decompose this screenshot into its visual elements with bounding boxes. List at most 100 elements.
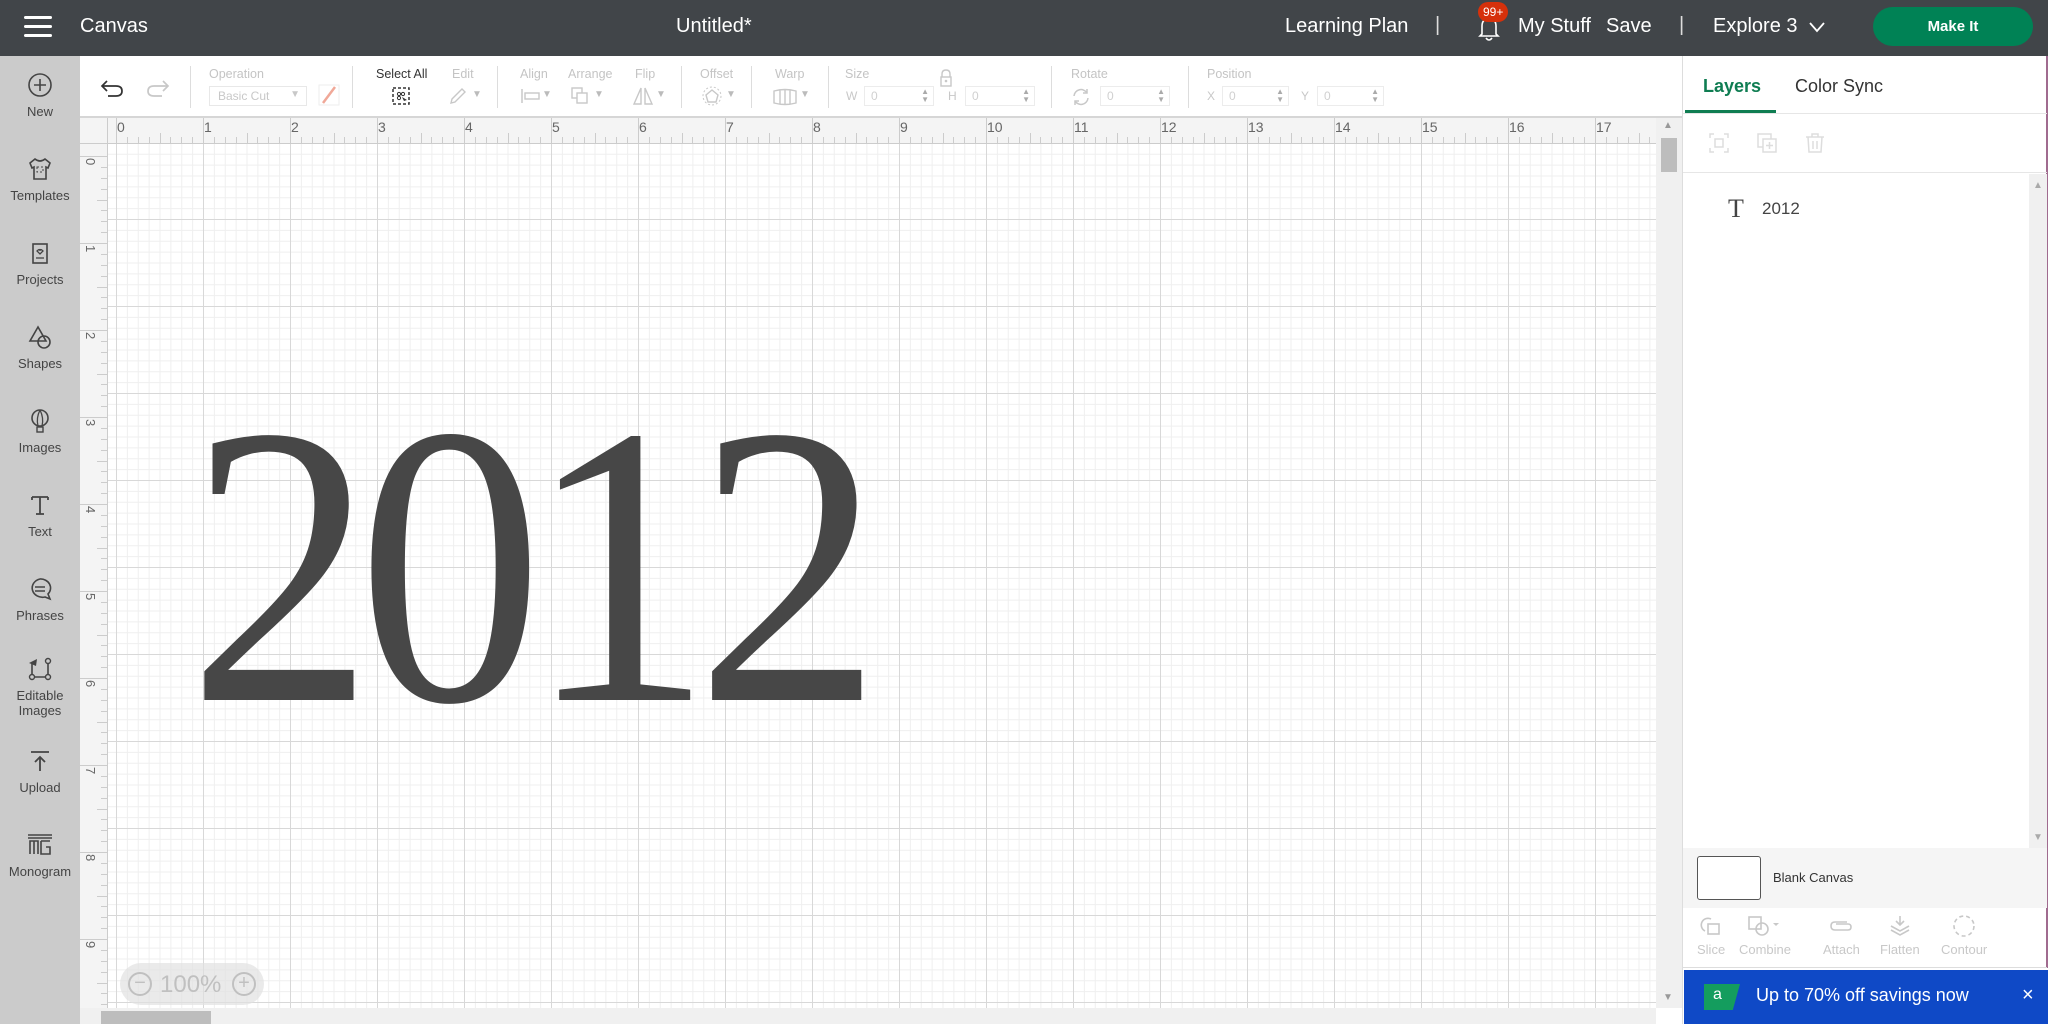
layers-scrollbar[interactable]: ▲ ▼	[2029, 174, 2047, 848]
nav-phrases[interactable]: Phrases	[0, 576, 80, 623]
spinner-icon[interactable]: ▲ ▼	[921, 88, 929, 104]
ruler-tick	[899, 118, 900, 143]
scroll-up-icon[interactable]: ▲	[2033, 180, 2043, 191]
horizontal-scrollbar[interactable]	[80, 1008, 1656, 1024]
ruler-minor-tick	[322, 137, 324, 143]
rotate-input[interactable]: 0 ▲ ▼	[1100, 86, 1170, 106]
ruler-minor-tick	[101, 710, 107, 712]
nav-monogram[interactable]: Monogram	[0, 832, 80, 879]
close-icon[interactable]: ×	[2022, 984, 2034, 1007]
zoom-level: 100%	[160, 971, 222, 998]
ruler-tick	[80, 417, 107, 418]
warp-label: Warp	[775, 67, 805, 81]
make-it-button[interactable]: Make It	[1873, 7, 2033, 46]
operation-value: Basic Cut	[218, 89, 270, 103]
learning-plan-link[interactable]: Learning Plan	[1285, 15, 1408, 38]
promo-message[interactable]: Up to 70% off savings now	[1756, 985, 1969, 1006]
ruler-minor-tick	[97, 286, 107, 288]
ruler-minor-tick	[1410, 137, 1412, 143]
ruler-minor-tick	[1344, 137, 1346, 143]
offset-dropdown[interactable]	[702, 86, 722, 111]
zoom-out-icon[interactable]: −	[128, 972, 152, 996]
spinner-icon[interactable]: ▲ ▼	[1157, 88, 1165, 104]
slice-button[interactable]: Slice	[1697, 914, 1725, 957]
vertical-scrollbar[interactable]: ▲ ▼	[1656, 118, 1682, 1008]
group-icon[interactable]	[1707, 131, 1731, 155]
x-input[interactable]: 0 ▲ ▼	[1222, 86, 1289, 106]
ruler-minor-tick	[1214, 137, 1216, 143]
design-text-2012[interactable]: 2012	[188, 366, 882, 766]
arrange-dropdown[interactable]	[570, 86, 590, 111]
my-stuff-link[interactable]: My Stuff	[1518, 15, 1591, 38]
lock-icon[interactable]	[935, 68, 957, 90]
scroll-up-icon[interactable]: ▲	[1663, 120, 1673, 131]
ruler-minor-tick	[101, 166, 107, 168]
edit-toolbar: Operation Basic Cut ▼ Select All Edit ▼ A…	[80, 56, 1682, 118]
ruler-minor-tick	[101, 395, 107, 397]
card-heart-icon	[32, 243, 48, 264]
nav-shapes[interactable]: Shapes	[0, 324, 80, 371]
width-value: 0	[871, 89, 878, 103]
ruler-minor-tick	[1638, 133, 1640, 143]
canvas-color-swatch[interactable]	[1697, 856, 1761, 900]
machine-selector[interactable]: Explore 3	[1713, 15, 1798, 38]
zoom-in-icon[interactable]: +	[232, 972, 256, 996]
document-title[interactable]: Untitled*	[676, 15, 752, 38]
tab-layers[interactable]: Layers	[1703, 76, 1761, 97]
ruler-tick	[80, 852, 107, 853]
spinner-icon[interactable]: ▲ ▼	[1022, 88, 1030, 104]
nav-upload[interactable]: Upload	[0, 748, 80, 795]
scroll-down-icon[interactable]: ▼	[1663, 992, 1673, 1003]
ruler-minor-tick	[101, 841, 107, 843]
warp-dropdown[interactable]	[772, 88, 798, 111]
ruler-minor-tick	[1203, 133, 1205, 143]
ruler-minor-tick	[1225, 137, 1227, 143]
nav-projects[interactable]: Projects	[0, 240, 80, 287]
align-dropdown[interactable]	[520, 86, 542, 111]
ruler-minor-tick	[1377, 133, 1379, 143]
ruler-minor-tick	[572, 137, 574, 143]
spinner-icon[interactable]: ▲ ▼	[1276, 88, 1284, 104]
ruler-minor-tick	[518, 137, 520, 143]
ruler-minor-tick	[1366, 137, 1368, 143]
duplicate-icon[interactable]	[1755, 131, 1779, 155]
ruler-minor-tick	[268, 137, 270, 143]
pen-color-swatch[interactable]	[318, 84, 340, 106]
nav-templates[interactable]: Templates	[0, 156, 80, 203]
save-button[interactable]: Save	[1606, 15, 1652, 38]
nav-new[interactable]: New	[0, 72, 80, 119]
promo-banner[interactable]: a Up to 70% off savings now ×	[1684, 970, 2048, 1024]
ruler-minor-tick	[300, 137, 302, 143]
tab-color-sync[interactable]: Color Sync	[1795, 76, 1883, 97]
flip-dropdown[interactable]	[632, 86, 654, 111]
nav-label: Upload	[19, 780, 61, 795]
hamburger-menu-icon[interactable]	[24, 16, 52, 38]
select-all-icon[interactable]	[391, 86, 411, 106]
spinner-icon[interactable]: ▲ ▼	[1371, 88, 1379, 104]
redo-icon[interactable]	[144, 78, 170, 98]
edit-dropdown[interactable]	[448, 86, 468, 111]
nav-images[interactable]: Images	[0, 408, 80, 455]
delete-icon[interactable]	[1803, 131, 1827, 155]
nav-text[interactable]: Text	[0, 492, 80, 539]
ruler-minor-tick	[616, 137, 618, 143]
scroll-thumb[interactable]	[1661, 138, 1677, 172]
scroll-thumb[interactable]	[101, 1011, 211, 1024]
contour-button[interactable]: Contour	[1941, 914, 1987, 957]
scroll-down-icon[interactable]: ▼	[2033, 832, 2043, 843]
operation-select[interactable]: Basic Cut ▼	[209, 86, 307, 106]
flatten-button[interactable]: Flatten	[1880, 914, 1920, 957]
design-canvas[interactable]: 0 1 2 3 4 5 6 7 8 9 10 11 12 13 14 15 16 17 0123456789 20…	[80, 118, 1682, 1024]
attach-button[interactable]: Attach	[1823, 914, 1860, 957]
combine-button[interactable]: Combine	[1735, 914, 1795, 957]
undo-icon[interactable]	[100, 78, 126, 98]
y-input[interactable]: 0 ▲ ▼	[1317, 86, 1384, 106]
nav-editable-images[interactable]: Editable Images	[0, 656, 80, 718]
ruler-minor-tick	[453, 137, 455, 143]
nav-label: Images	[18, 703, 62, 718]
chevron-down-icon[interactable]	[1808, 18, 1826, 36]
height-input[interactable]: 0 ▲ ▼	[965, 86, 1035, 106]
width-input[interactable]: 0 ▲ ▼	[864, 86, 934, 106]
ruler-tick	[80, 330, 107, 331]
ruler-minor-tick	[1442, 137, 1444, 143]
